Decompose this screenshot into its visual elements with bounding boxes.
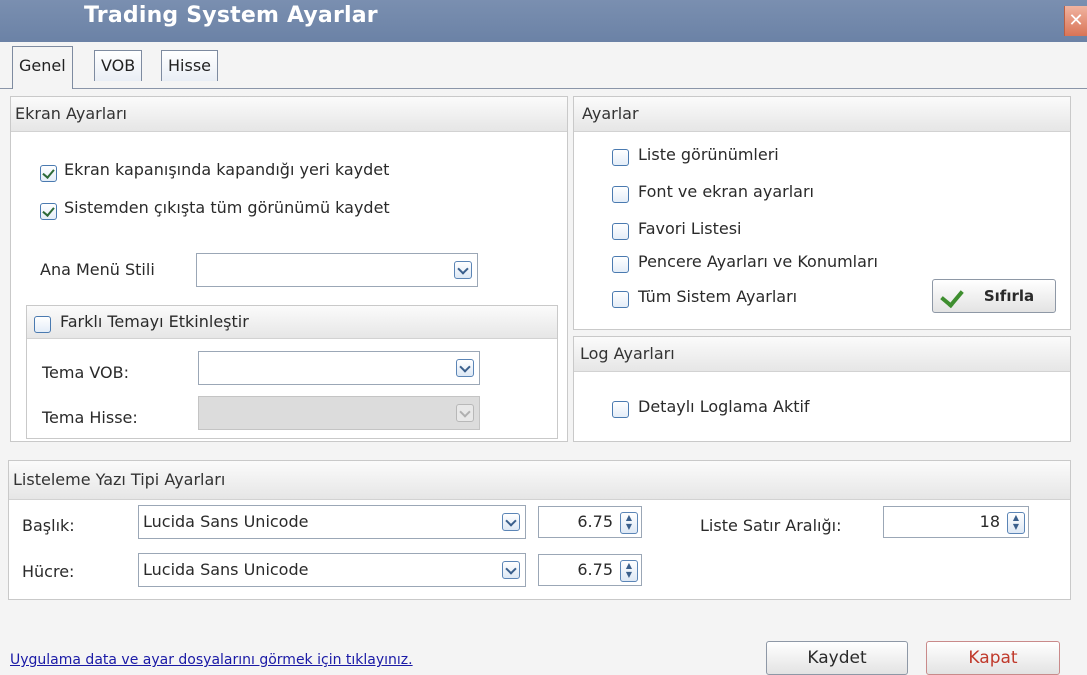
close-icon[interactable]: ✕: [1064, 6, 1087, 36]
chevron-down-icon[interactable]: [502, 513, 520, 531]
sistemden-cikis-checkbox[interactable]: [40, 203, 57, 220]
tema-hisse-select: [198, 396, 480, 430]
liste-satir-value: 18: [979, 512, 1000, 531]
baslik-font-value: Lucida Sans Unicode: [143, 512, 309, 531]
title-bar: Trading System Ayarlar ✕: [0, 0, 1087, 42]
ekran-kapanis-checkbox[interactable]: [40, 165, 57, 182]
hucre-size-stepper[interactable]: 6.75 ▲ ▼: [538, 554, 642, 586]
sistemden-cikis-label: Sistemden çıkışta tüm görünümü kaydet: [64, 198, 390, 217]
data-folder-link[interactable]: Uygulama data ve ayar dosyalarını görmek…: [10, 652, 413, 668]
hucre-label: Hücre:: [22, 562, 75, 581]
liste-gorunumleri-label: Liste görünümleri: [638, 145, 779, 164]
log-ayarlari-panel: Log Ayarları: [573, 336, 1071, 442]
listeleme-title: Listeleme Yazı Tipi Ayarları: [9, 461, 1070, 500]
ana-menu-stili-select[interactable]: [196, 253, 478, 287]
ana-menu-stili-label: Ana Menü Stili: [40, 260, 155, 279]
spin-arrows-icon[interactable]: ▲ ▼: [620, 512, 638, 534]
farkli-tema-label: Farklı Temayı Etkinleştir: [60, 312, 249, 331]
spin-arrows-icon[interactable]: ▲ ▼: [620, 560, 638, 582]
kaydet-button[interactable]: Kaydet: [766, 641, 908, 675]
tema-vob-select[interactable]: [198, 351, 480, 385]
tab-vob[interactable]: VOB: [94, 50, 143, 81]
tum-sistem-label: Tüm Sistem Ayarları: [638, 287, 798, 306]
favori-listesi-checkbox[interactable]: [612, 223, 629, 240]
hucre-font-value: Lucida Sans Unicode: [143, 560, 309, 579]
sifirla-button[interactable]: Sıfırla: [932, 279, 1056, 313]
liste-satir-stepper[interactable]: 18 ▲ ▼: [883, 506, 1029, 538]
ekran-kapanis-label: Ekran kapanışında kapandığı yeri kaydet: [64, 160, 390, 179]
sifirla-label: Sıfırla: [983, 287, 1035, 305]
chevron-down-icon[interactable]: [502, 561, 520, 579]
spin-arrows-icon[interactable]: ▲ ▼: [1007, 512, 1025, 534]
baslik-size-value: 6.75: [577, 512, 613, 531]
kapat-button[interactable]: Kapat: [926, 641, 1060, 675]
tema-hisse-label: Tema Hisse:: [42, 408, 138, 427]
baslik-font-select[interactable]: Lucida Sans Unicode: [138, 505, 526, 539]
tum-sistem-checkbox[interactable]: [612, 291, 629, 308]
ekran-ayarlari-title: Ekran Ayarları: [11, 97, 567, 132]
baslik-size-stepper[interactable]: 6.75 ▲ ▼: [538, 506, 642, 538]
font-ekran-label: Font ve ekran ayarları: [638, 182, 814, 201]
detayli-loglama-checkbox[interactable]: [612, 401, 629, 418]
log-ayarlari-title: Log Ayarları: [574, 337, 1070, 372]
checkmark-icon: [940, 283, 964, 309]
font-ekran-checkbox[interactable]: [612, 186, 629, 203]
chevron-down-icon[interactable]: [454, 261, 472, 279]
tab-genel[interactable]: Genel: [12, 46, 73, 89]
tab-hisse[interactable]: Hisse: [161, 50, 218, 81]
window-title: Trading System Ayarlar: [84, 3, 378, 28]
chevron-down-icon[interactable]: [456, 359, 474, 377]
liste-gorunumleri-checkbox[interactable]: [612, 149, 629, 166]
hucre-font-select[interactable]: Lucida Sans Unicode: [138, 553, 526, 587]
baslik-label: Başlık:: [22, 516, 75, 535]
pencere-ayarlari-label: Pencere Ayarları ve Konumları: [638, 252, 878, 271]
detayli-loglama-label: Detaylı Loglama Aktif: [638, 397, 810, 416]
liste-satir-araligi-label: Liste Satır Aralığı:: [700, 516, 842, 535]
favori-listesi-label: Favori Listesi: [638, 219, 742, 238]
ayarlar-title: Ayarlar: [574, 97, 1070, 132]
chevron-down-icon: [456, 404, 474, 422]
hucre-size-value: 6.75: [577, 560, 613, 579]
tema-vob-label: Tema VOB:: [42, 363, 129, 382]
farkli-tema-checkbox[interactable]: [34, 316, 51, 333]
pencere-ayarlari-checkbox[interactable]: [612, 256, 629, 273]
